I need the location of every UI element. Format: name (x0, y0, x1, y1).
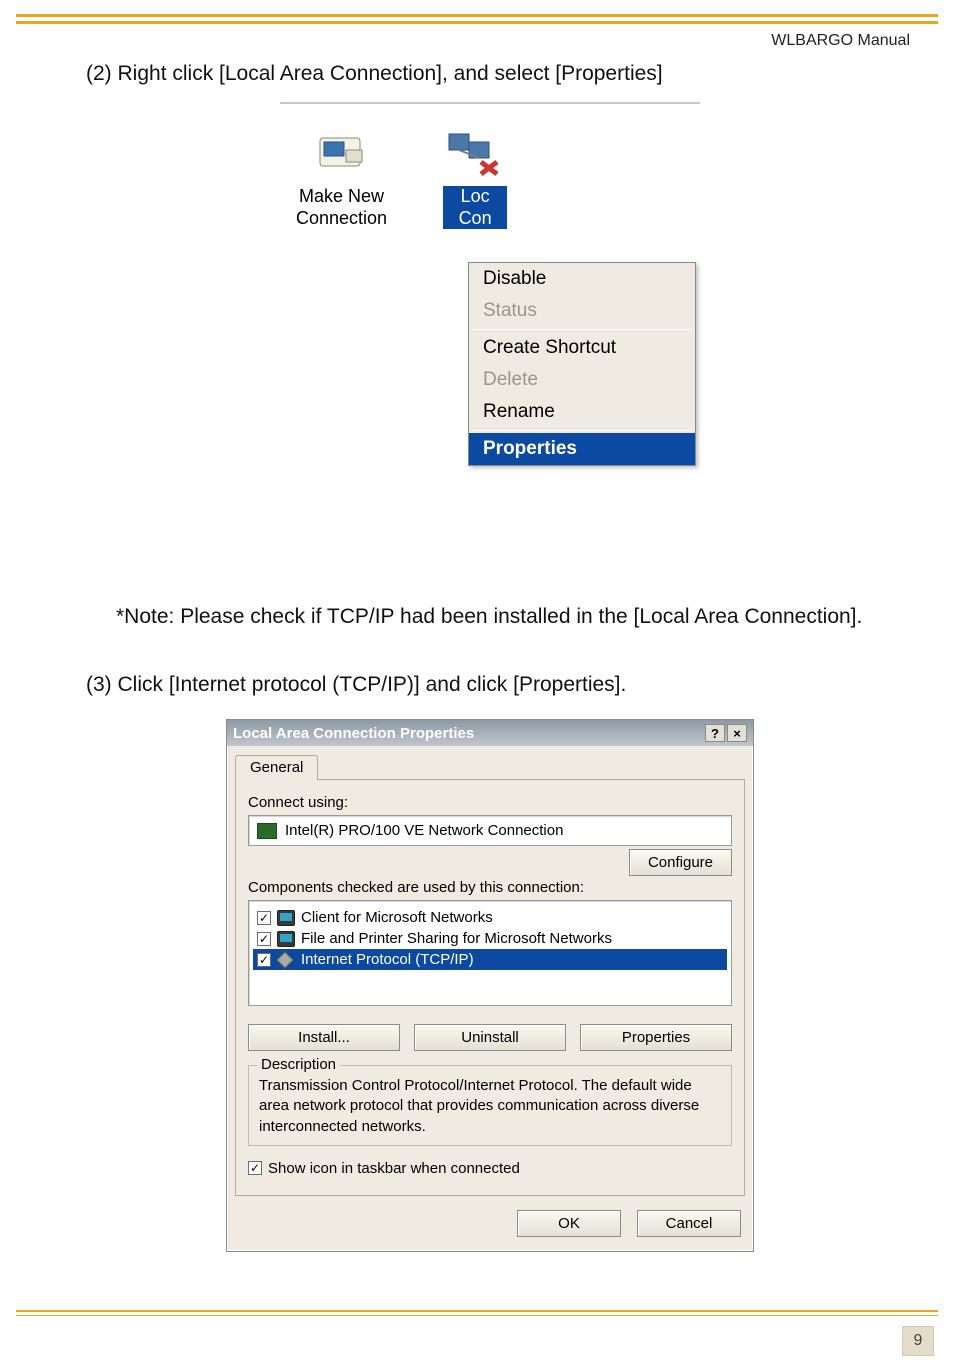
network-disabled-icon (443, 124, 507, 180)
component-tcpip[interactable]: ✓ Internet Protocol (TCP/IP) (253, 949, 727, 970)
menu-item-status: Status (469, 295, 695, 327)
cancel-button[interactable]: Cancel (637, 1210, 741, 1237)
protocol-icon (277, 952, 295, 968)
nic-icon (257, 823, 277, 839)
menu-item-create-shortcut[interactable]: Create Shortcut (469, 332, 695, 364)
context-menu-figure: Make New Connection Loc (280, 102, 700, 565)
properties-button[interactable]: Properties (580, 1024, 732, 1051)
instruction-step-2: (2) Right click [Local Area Connection],… (86, 62, 894, 86)
close-button[interactable]: × (727, 724, 747, 742)
help-button[interactable]: ? (705, 724, 725, 742)
page-number: 9 (902, 1326, 934, 1356)
manual-title: WLBARGO Manual (771, 32, 910, 50)
folder-modem-icon (310, 124, 374, 180)
dialog-title: Local Area Connection Properties (233, 725, 474, 742)
local-area-connection-item[interactable]: Loc Con (443, 124, 507, 229)
checkbox-icon[interactable]: ✓ (257, 911, 271, 925)
component-file-printer[interactable]: ✓ File and Printer Sharing for Microsoft… (253, 928, 727, 949)
menu-item-properties[interactable]: Properties (469, 433, 695, 465)
tab-general[interactable]: General (235, 755, 318, 780)
menu-separator (472, 430, 692, 431)
configure-button[interactable]: Configure (629, 849, 732, 876)
make-new-connection-item[interactable]: Make New Connection (296, 124, 387, 229)
checkbox-icon[interactable]: ✓ (257, 932, 271, 946)
uninstall-button[interactable]: Uninstall (414, 1024, 566, 1051)
component-file-printer-label: File and Printer Sharing for Microsoft N… (301, 930, 612, 947)
tcpip-note: *Note: Please check if TCP/IP had been i… (116, 605, 894, 629)
description-text: Transmission Control Protocol/Internet P… (259, 1076, 721, 1137)
checkbox-icon[interactable]: ✓ (248, 1161, 262, 1175)
instruction-step-3: (3) Click [Internet protocol (TCP/IP)] a… (86, 673, 894, 697)
connect-using-label: Connect using: (248, 794, 732, 811)
show-icon-label: Show icon in taskbar when connected (268, 1160, 520, 1177)
component-client-label: Client for Microsoft Networks (301, 909, 493, 926)
make-new-connection-label: Make New Connection (296, 186, 387, 229)
dialog-titlebar: Local Area Connection Properties ? × (227, 720, 753, 746)
monitor-icon (277, 910, 295, 926)
dialog-footer: OK Cancel (227, 1196, 753, 1251)
ok-button[interactable]: OK (517, 1210, 621, 1237)
component-tcpip-label: Internet Protocol (TCP/IP) (301, 951, 474, 968)
adapter-field: Intel(R) PRO/100 VE Network Connection (248, 815, 732, 846)
menu-separator (472, 329, 692, 330)
install-button[interactable]: Install... (248, 1024, 400, 1051)
tab-panel-general: Connect using: Intel(R) PRO/100 VE Netwo… (235, 779, 745, 1196)
component-client[interactable]: ✓ Client for Microsoft Networks (253, 907, 727, 928)
bottom-rule (16, 1310, 938, 1316)
description-groupbox: Description Transmission Control Protoco… (248, 1065, 732, 1146)
components-list[interactable]: ✓ Client for Microsoft Networks ✓ File a… (248, 900, 732, 1006)
local-area-connection-properties-dialog: Local Area Connection Properties ? × Gen… (226, 719, 754, 1252)
share-icon (277, 931, 295, 947)
adapter-name: Intel(R) PRO/100 VE Network Connection (285, 822, 563, 839)
menu-item-delete: Delete (469, 364, 695, 396)
menu-item-disable[interactable]: Disable (469, 263, 695, 295)
description-legend: Description (257, 1056, 340, 1073)
local-area-connection-label: Loc Con (443, 186, 507, 229)
top-rule (16, 14, 938, 24)
context-menu: Disable Status Create Shortcut Delete Re… (468, 262, 696, 466)
checkbox-icon[interactable]: ✓ (257, 953, 271, 967)
tab-strip: General (227, 746, 753, 779)
menu-item-rename[interactable]: Rename (469, 396, 695, 428)
components-label: Components checked are used by this conn… (248, 879, 732, 896)
show-icon-row[interactable]: ✓ Show icon in taskbar when connected (248, 1160, 732, 1177)
